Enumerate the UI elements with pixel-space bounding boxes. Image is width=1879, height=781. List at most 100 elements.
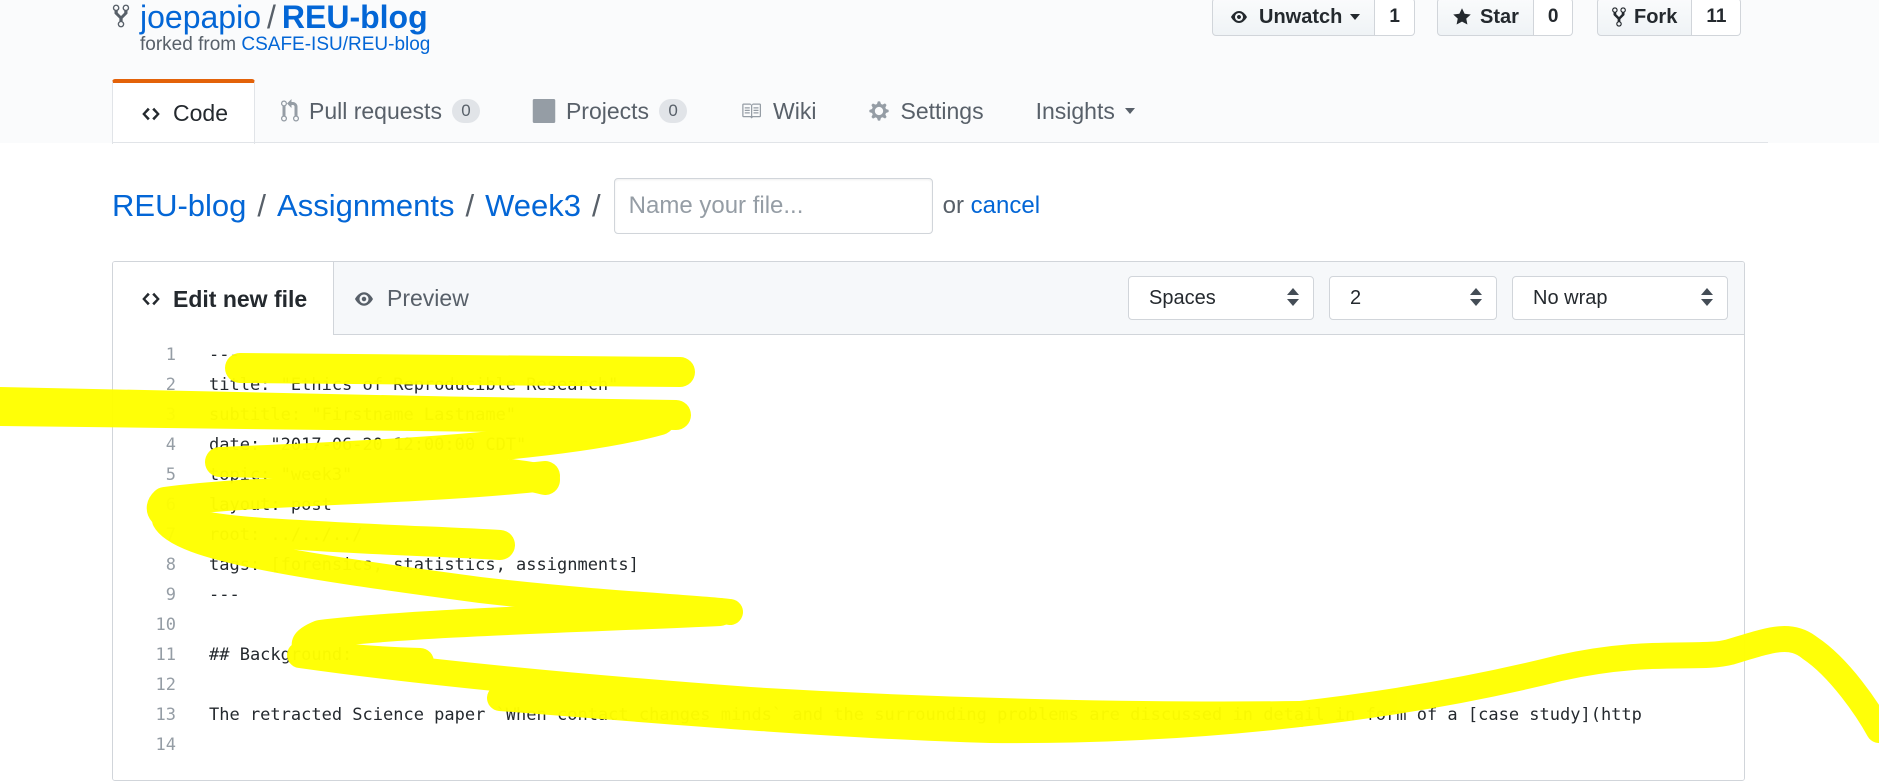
line-number: 14 xyxy=(155,735,176,755)
repo-nav-tabs: Code Pull requests 0 Projects 0 Wiki Set… xyxy=(112,79,1161,144)
line-content: title: "Ethics of Reproducible Research" xyxy=(209,375,619,395)
wrap-mode-value: No wrap xyxy=(1533,286,1608,309)
select-arrows-icon xyxy=(1470,288,1482,308)
tab-pull-requests[interactable]: Pull requests 0 xyxy=(255,79,506,143)
fork-button[interactable]: Fork xyxy=(1597,0,1693,36)
file-editor: Edit new file Preview Spaces 2 No wrap 1… xyxy=(112,261,1745,781)
tab-edit-new-file[interactable]: Edit new file xyxy=(113,262,335,336)
star-icon xyxy=(1453,8,1471,25)
code-line: 2 title: "Ethics of Reproducible Research… xyxy=(113,370,1744,400)
editor-toolbar: Edit new file Preview Spaces 2 No wrap xyxy=(113,262,1744,336)
line-content: The retracted Science paper `When contac… xyxy=(209,705,1642,725)
stargazers-count[interactable]: 0 xyxy=(1533,0,1574,36)
line-content: topic: "week3" xyxy=(209,465,353,485)
code-line: 14 xyxy=(113,730,1744,760)
fork-group: Fork 11 xyxy=(1597,0,1742,36)
code-line: 12 xyxy=(113,670,1744,700)
title-separator: / xyxy=(267,0,276,35)
tab-wiki[interactable]: Wiki xyxy=(713,79,842,143)
tab-label: Wiki xyxy=(773,97,817,124)
caret-down-icon xyxy=(1124,108,1135,114)
line-number: 4 xyxy=(165,435,176,455)
line-number: 8 xyxy=(165,555,176,575)
star-button[interactable]: Star xyxy=(1437,0,1534,36)
caret-down-icon xyxy=(1350,14,1361,20)
breadcrumb: REU-blog / Assignments / Week3 / or canc… xyxy=(112,178,1040,234)
indent-size-select[interactable]: 2 xyxy=(1329,276,1497,320)
code-line: 1 --- xyxy=(113,340,1744,370)
line-number: 11 xyxy=(155,645,176,665)
line-content: ## Background: xyxy=(209,645,353,665)
tab-counter: 0 xyxy=(659,99,688,123)
tab-label: Code xyxy=(173,100,228,126)
tab-preview[interactable]: Preview xyxy=(325,262,495,335)
watchers-count[interactable]: 1 xyxy=(1375,0,1415,36)
forked-from-note: forked from CSAFE-ISU/REU-blog xyxy=(140,34,430,56)
forked-source-link[interactable]: CSAFE-ISU/REU-blog xyxy=(241,34,430,55)
line-content: date: "2017-06-20 12:00:00 CDT" xyxy=(209,435,527,455)
or-text: or xyxy=(942,192,964,219)
breadcrumb-separator: / xyxy=(592,188,601,223)
watch-group: Unwatch 1 xyxy=(1212,0,1415,36)
breadcrumb-assignments-link[interactable]: Assignments xyxy=(277,188,454,224)
code-line: 10 xyxy=(113,610,1744,640)
code-editor-area[interactable]: 1 --- 2 title: "Ethics of Reproducible Rese… xyxy=(113,335,1744,780)
code-line: 3 subtitle: "Firstname Lastname" xyxy=(113,400,1744,430)
indent-mode-value: Spaces xyxy=(1149,286,1216,309)
indent-size-value: 2 xyxy=(1350,286,1362,309)
tab-insights[interactable]: Insights xyxy=(1010,79,1161,143)
breadcrumb-week3-link[interactable]: Week3 xyxy=(485,188,581,224)
repo-owner-link[interactable]: joepapio xyxy=(140,0,261,35)
code-line: 6 layout: post xyxy=(113,490,1744,520)
line-number: 5 xyxy=(165,465,176,485)
filename-input[interactable] xyxy=(613,178,933,234)
cancel-link[interactable]: cancel xyxy=(971,192,1040,219)
project-icon xyxy=(532,99,556,123)
line-content: --- xyxy=(209,345,240,365)
line-content: tags: [forensics, statistics, assignment… xyxy=(209,555,639,575)
line-number: 6 xyxy=(165,495,176,515)
preview-tab-label: Preview xyxy=(387,285,469,311)
code-icon xyxy=(142,107,160,120)
indent-mode-select[interactable]: Spaces xyxy=(1128,276,1314,320)
tab-counter: 0 xyxy=(451,99,480,123)
breadcrumb-separator: / xyxy=(465,188,475,223)
code-line: 4 date: "2017-06-20 12:00:00 CDT" xyxy=(113,430,1744,460)
select-arrows-icon xyxy=(1701,288,1713,308)
tab-label: Pull requests xyxy=(308,97,442,124)
code-line: 13 The retracted Science paper `When cont… xyxy=(113,700,1744,730)
fork-label: Fork xyxy=(1634,5,1678,28)
line-content: layout: post xyxy=(209,495,332,515)
tab-settings[interactable]: Settings xyxy=(842,79,1009,143)
repo-header-divider xyxy=(112,142,1768,143)
code-line: 7 root: ../../../ xyxy=(113,520,1744,550)
breadcrumb-separator: / xyxy=(257,188,267,223)
breadcrumb-root-link[interactable]: REU-blog xyxy=(112,188,246,224)
line-number: 12 xyxy=(155,675,176,695)
repo-name-link[interactable]: REU-blog xyxy=(282,0,428,35)
wrap-mode-select[interactable]: No wrap xyxy=(1512,276,1728,320)
forked-from-prefix: forked from xyxy=(140,34,237,55)
unwatch-label: Unwatch xyxy=(1259,5,1343,28)
tab-projects[interactable]: Projects 0 xyxy=(506,79,713,143)
line-number: 1 xyxy=(165,345,176,365)
forks-count[interactable]: 11 xyxy=(1692,0,1742,36)
code-line: 8 tags: [forensics, statistics, assignmen… xyxy=(113,550,1744,580)
eye-icon xyxy=(1231,11,1247,23)
book-icon xyxy=(742,103,762,119)
repo-forked-icon xyxy=(1612,7,1626,27)
tab-label: Projects xyxy=(565,97,650,124)
git-pull-request-icon xyxy=(280,99,299,122)
select-arrows-icon xyxy=(1287,288,1299,308)
edit-tab-label: Edit new file xyxy=(173,285,308,312)
gear-icon xyxy=(869,101,890,121)
tab-label: Insights xyxy=(1035,97,1115,124)
tab-code[interactable]: Code xyxy=(112,79,255,144)
unwatch-button[interactable]: Unwatch xyxy=(1212,0,1376,36)
line-content: subtitle: "Firstname Lastname" xyxy=(209,405,517,425)
line-number: 10 xyxy=(155,615,176,635)
code-line: 5 topic: "week3" xyxy=(113,460,1744,490)
code-line: 9 --- xyxy=(113,580,1744,610)
line-content: root: ../../../ xyxy=(209,525,363,545)
code-line: 11 ## Background: xyxy=(113,640,1744,670)
